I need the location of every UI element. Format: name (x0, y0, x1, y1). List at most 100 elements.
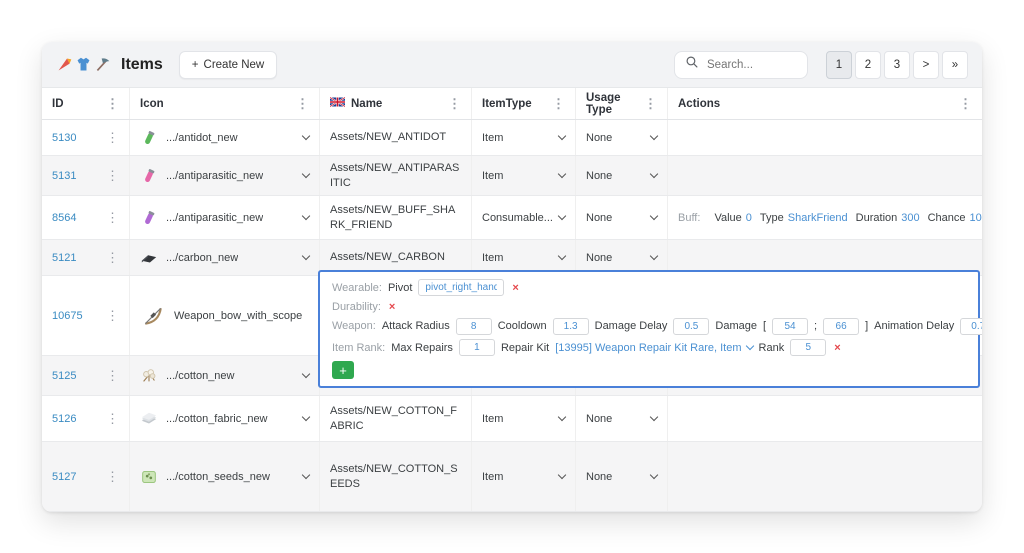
search-input[interactable] (705, 58, 797, 72)
damage-min-input[interactable] (772, 318, 808, 335)
usage-type-select[interactable]: None (576, 120, 668, 155)
max-repairs-label: Max Repairs (391, 342, 453, 354)
rank-input[interactable] (790, 339, 826, 356)
row-id-link[interactable]: 5131 (52, 170, 76, 182)
action-value[interactable]: 10 (970, 212, 982, 224)
item-type-select[interactable]: Item (472, 120, 576, 155)
search-box[interactable] (674, 51, 808, 79)
icon-path: .../antiparasitic_new (166, 212, 263, 224)
column-menu-icon[interactable]: ⋮ (106, 97, 119, 110)
table-row: 5131 ⋮ .../antiparasitic_new Assets/NEW_A… (42, 156, 982, 196)
usage-type-select[interactable]: None (576, 156, 668, 195)
page-title: Items (121, 56, 163, 74)
add-property-button[interactable]: + (332, 361, 354, 379)
row-id-link[interactable]: 10675 (52, 310, 83, 322)
item-rank-row: Item Rank: Max Repairs Repair Kit [13995… (332, 339, 966, 356)
icon-path: .../antidot_new (166, 132, 238, 144)
row-menu-icon[interactable]: ⋮ (106, 309, 119, 322)
row-menu-icon[interactable]: ⋮ (106, 470, 119, 483)
uk-flag-icon (330, 97, 345, 110)
icon-select[interactable]: Weapon_bow_with_scope (130, 276, 320, 355)
chevron-down-icon (302, 252, 310, 260)
item-type-select[interactable]: Item (472, 442, 576, 511)
next-page-button[interactable]: > (913, 51, 939, 79)
item-type-select[interactable]: Item (472, 396, 576, 441)
damage-label: Damage (715, 320, 757, 332)
icon-path: .../cotton_fabric_new (166, 413, 268, 425)
weapon-label: Weapon: (332, 320, 376, 332)
row-id-link[interactable]: 5130 (52, 132, 76, 144)
icon-select[interactable]: .../antidot_new (130, 120, 320, 155)
animation-delay-input[interactable] (960, 318, 982, 335)
row-menu-icon[interactable]: ⋮ (106, 131, 119, 144)
column-menu-icon[interactable]: ⋮ (644, 97, 657, 110)
chevron-down-icon (650, 170, 658, 178)
action-value[interactable]: 300 (901, 212, 919, 224)
chevron-down-icon (745, 342, 753, 350)
usage-type-select[interactable]: None (576, 396, 668, 441)
icon-select[interactable]: .../carbon_new (130, 240, 320, 275)
item-rank-label: Item Rank: (332, 342, 385, 354)
icon-select[interactable]: .../antiparasitic_new (130, 196, 320, 239)
chevron-down-icon (302, 471, 310, 479)
table-row: 8564 ⋮ .../antiparasitic_new Assets/NEW_B… (42, 196, 982, 240)
action-value[interactable]: SharkFriend (788, 212, 848, 224)
column-menu-icon[interactable]: ⋮ (296, 97, 309, 110)
row-menu-icon[interactable]: ⋮ (106, 169, 119, 182)
create-new-button[interactable]: + Create New (179, 51, 277, 79)
remove-item-rank-icon[interactable]: × (834, 342, 840, 354)
action-value[interactable]: 0 (746, 212, 752, 224)
page-button-3[interactable]: 3 (884, 51, 910, 79)
damage-max-input[interactable] (823, 318, 859, 335)
chevron-down-icon (558, 212, 566, 220)
row-id-link[interactable]: 5121 (52, 252, 76, 264)
durability-row: Durability: × (332, 301, 966, 313)
last-page-button[interactable]: » (942, 51, 968, 79)
icon-select[interactable]: .../cotton_seeds_new (130, 442, 320, 511)
icon-select[interactable]: .../cotton_new (130, 356, 320, 395)
usage-type-select[interactable]: None (576, 442, 668, 511)
row-menu-icon[interactable]: ⋮ (106, 369, 119, 382)
pivot-input[interactable] (418, 279, 504, 296)
action-key: Duration (856, 212, 898, 224)
carbon-icon (140, 249, 158, 267)
item-type-select[interactable]: Item (472, 156, 576, 195)
max-repairs-input[interactable] (459, 339, 495, 356)
chevron-down-icon (650, 132, 658, 140)
row-menu-icon[interactable]: ⋮ (106, 412, 119, 425)
repair-kit-select[interactable]: [13995] Weapon Repair Kit Rare, Item (555, 342, 752, 354)
damage-delay-input[interactable] (673, 318, 709, 335)
chevron-down-icon (302, 212, 310, 220)
action-key: Type (760, 212, 784, 224)
icon-path: .../carbon_new (166, 252, 238, 264)
row-id-link[interactable]: 5127 (52, 471, 76, 483)
pickaxe-icon (94, 56, 111, 73)
cooldown-label: Cooldown (498, 320, 547, 332)
name-cell: Assets/NEW_ANTIDOT (320, 120, 472, 155)
name-cell: Assets/NEW_ANTIPARASITIC (320, 156, 472, 195)
column-menu-icon[interactable]: ⋮ (448, 97, 461, 110)
row-id-link[interactable]: 5125 (52, 370, 76, 382)
remove-durability-icon[interactable]: × (389, 301, 395, 313)
name-cell: Assets/NEW_BUFF_SHARK_FRIEND (320, 196, 472, 239)
usage-type-select[interactable]: None (576, 196, 668, 239)
app-icons (56, 56, 111, 73)
icon-select[interactable]: .../antiparasitic_new (130, 156, 320, 195)
remove-wearable-icon[interactable]: × (512, 282, 518, 294)
bow-with-scope-icon (140, 305, 166, 327)
page-button-1[interactable]: 1 (826, 51, 852, 79)
icon-select[interactable]: .../cotton_fabric_new (130, 396, 320, 441)
cooldown-input[interactable] (553, 318, 589, 335)
page-button-2[interactable]: 2 (855, 51, 881, 79)
column-header-name: Name⋮ (320, 88, 472, 119)
column-menu-icon[interactable]: ⋮ (959, 97, 972, 110)
row-menu-icon[interactable]: ⋮ (106, 211, 119, 224)
row-menu-icon[interactable]: ⋮ (106, 251, 119, 264)
table-row: 5130 ⋮ .../antidot_new Assets/NEW_ANTIDOT… (42, 120, 982, 156)
item-type-select[interactable]: Consumable... (472, 196, 576, 239)
attack-radius-input[interactable] (456, 318, 492, 335)
column-menu-icon[interactable]: ⋮ (552, 97, 565, 110)
row-id-link[interactable]: 5126 (52, 413, 76, 425)
row-id-link[interactable]: 8564 (52, 212, 76, 224)
create-new-label: Create New (204, 59, 265, 71)
